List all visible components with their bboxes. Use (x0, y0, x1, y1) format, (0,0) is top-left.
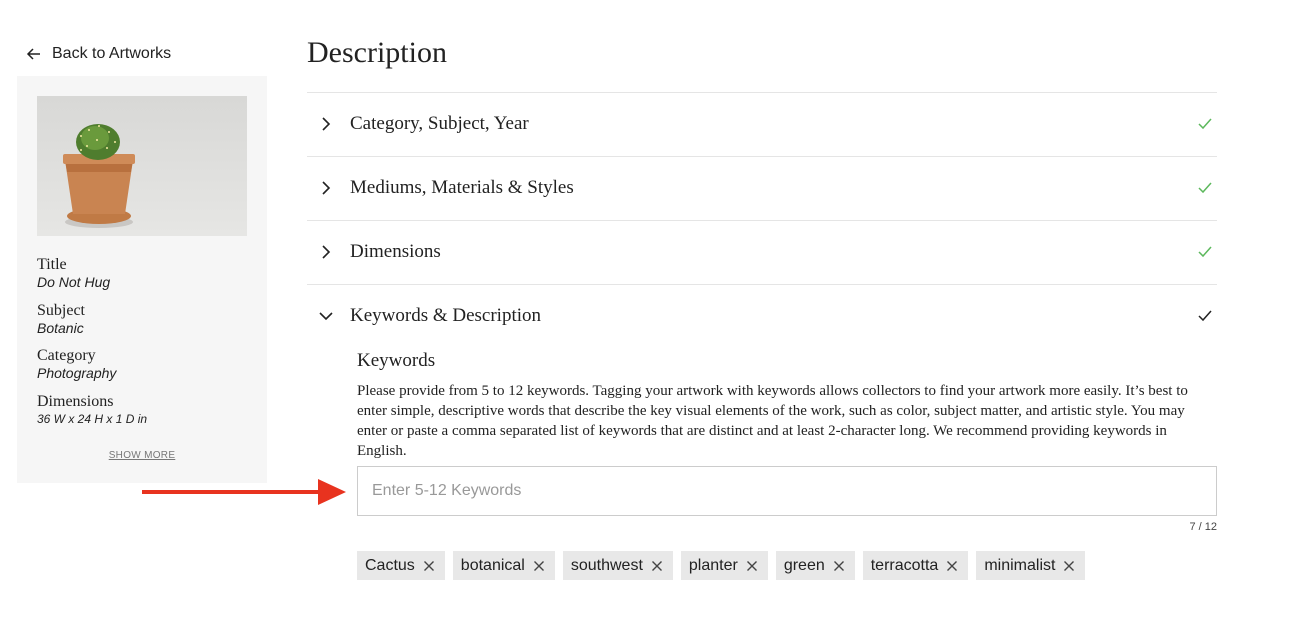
section-mediums-materials-styles[interactable]: Mediums, Materials & Styles (307, 156, 1217, 220)
keyword-tag: southwest (562, 551, 673, 580)
close-icon[interactable] (833, 560, 845, 572)
annotation-arrow-icon (142, 479, 346, 505)
back-link-label: Back to Artworks (52, 45, 172, 62)
field-value: Do Not Hug (37, 274, 111, 290)
artwork-field-subject: Subject Botanic (37, 302, 85, 337)
section-label: Category, Subject, Year (350, 113, 529, 134)
close-icon[interactable] (1063, 560, 1075, 572)
section-label: Mediums, Materials & Styles (350, 177, 574, 198)
keyword-tag-label: planter (688, 556, 738, 574)
section-label: Dimensions (350, 241, 441, 262)
keyword-tag-label: Cactus (365, 556, 415, 574)
keywords-counter: 7 / 12 (1189, 521, 1217, 533)
chevron-right-icon (322, 181, 331, 195)
keywords-input[interactable] (357, 466, 1217, 516)
close-icon[interactable] (423, 560, 435, 572)
keyword-tag: botanical (452, 551, 555, 580)
keyword-tag: green (775, 551, 855, 580)
keyword-tag: terracotta (862, 551, 969, 580)
field-label: Dimensions (37, 393, 114, 410)
artwork-field-category: Category Photography (37, 347, 116, 382)
back-to-artworks-link[interactable]: Back to Artworks (26, 45, 171, 63)
arrow-left-icon (26, 48, 40, 60)
field-value: 36 W x 24 H x 1 D in (37, 412, 148, 426)
artwork-field-title: Title Do Not Hug (37, 256, 110, 291)
section-dimensions[interactable]: Dimensions (307, 220, 1217, 284)
keywords-heading: Keywords (357, 350, 436, 371)
section-label: Keywords & Description (350, 305, 542, 326)
close-icon[interactable] (746, 560, 758, 572)
artwork-summary-card: Title Do Not Hug Subject Botanic Categor… (17, 76, 267, 483)
keyword-tag: Cactus (357, 551, 445, 580)
page-title: Description (307, 36, 447, 69)
keyword-tag: minimalist (976, 551, 1086, 580)
field-label: Subject (37, 302, 85, 319)
chevron-down-icon (319, 312, 333, 321)
field-label: Category (37, 347, 96, 364)
keyword-tag-list: Cactus botanical southwest planter green… (357, 551, 1086, 580)
keyword-tag-label: botanical (460, 556, 525, 574)
close-icon[interactable] (946, 560, 958, 572)
keyword-tag-label: terracotta (870, 556, 939, 574)
check-icon (1198, 310, 1212, 322)
section-keywords-description[interactable]: Keywords & Description (307, 284, 1217, 348)
check-icon (1198, 182, 1212, 194)
keyword-tag-label: southwest (570, 556, 643, 574)
field-label: Title (37, 256, 67, 273)
keyword-tag-label: green (783, 556, 825, 574)
close-icon[interactable] (651, 560, 663, 572)
keyword-tag: planter (680, 551, 768, 580)
check-icon (1198, 246, 1212, 258)
artwork-thumbnail (37, 96, 247, 236)
section-category-subject-year[interactable]: Category, Subject, Year (307, 92, 1217, 156)
check-icon (1198, 118, 1212, 130)
field-value: Photography (37, 365, 117, 381)
keyword-tag-label: minimalist (984, 556, 1056, 574)
chevron-right-icon (322, 117, 331, 131)
artwork-field-dimensions: Dimensions 36 W x 24 H x 1 D in (37, 393, 147, 428)
field-value: Botanic (37, 320, 84, 336)
chevron-right-icon (322, 245, 331, 259)
show-more-link[interactable]: SHOW MORE (17, 450, 267, 461)
keywords-help-text: Please provide from 5 to 12 keywords. Ta… (357, 383, 1188, 459)
close-icon[interactable] (533, 560, 545, 572)
